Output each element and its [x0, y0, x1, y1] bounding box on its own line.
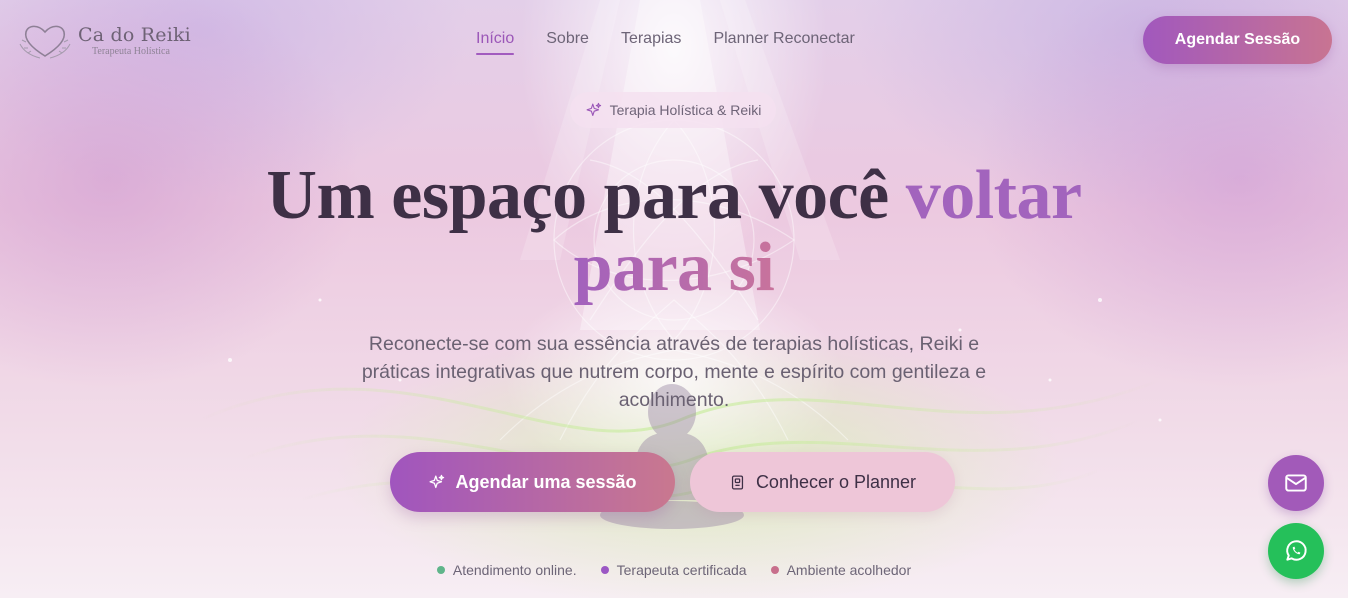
notebook-icon: [731, 474, 744, 490]
headline-part1: Um espaço para você: [266, 157, 906, 234]
status-dot: [770, 566, 779, 574]
mail-icon: [1285, 474, 1307, 492]
hero-subtitle: Reconecte-se com sua essência através de…: [361, 333, 987, 411]
sparkle-icon: [586, 102, 601, 116]
feature-label: Terapeuta certificada: [616, 562, 747, 578]
headline-accent1: voltar: [905, 157, 1082, 234]
view-planner-label: Conhecer o Planner: [755, 471, 917, 492]
sparkle-icon: [429, 474, 445, 488]
hero-badge-label: Terapia Holística & Reiki: [609, 102, 762, 118]
main-nav: Início Sobre Terapias Planner Reconectar: [476, 30, 855, 55]
whatsapp-icon: [1286, 540, 1307, 561]
status-dot: [436, 566, 445, 574]
logo-subtitle: Terapeuta Holística: [92, 46, 170, 57]
nav-item-sobre[interactable]: Sobre: [546, 30, 589, 54]
feature-label: Ambiente acolhedor: [786, 562, 912, 578]
feature-welcoming: Ambiente acolhedor: [770, 562, 912, 578]
nav-item-inicio[interactable]: Início: [476, 30, 515, 55]
schedule-session-button[interactable]: Agendar Sessão: [1143, 16, 1332, 64]
logo-name: Ca do Reiki: [78, 24, 191, 46]
hero-headline: Um espaço para você voltar para si: [0, 160, 1348, 304]
hero-features: Atendimento online. Terapeuta certificad…: [0, 562, 1348, 578]
nav-item-planner[interactable]: Planner Reconectar: [713, 30, 854, 54]
feature-online: Atendimento online.: [436, 562, 577, 578]
book-session-label: Agendar uma sessão: [455, 471, 637, 492]
feature-certified: Terapeuta certificada: [600, 562, 747, 578]
hero-badge: Terapia Holística & Reiki: [570, 92, 776, 128]
book-session-button[interactable]: Agendar uma sessão: [390, 452, 675, 512]
nav-item-terapias[interactable]: Terapias: [621, 30, 681, 54]
brand-logo[interactable]: Ca do Reiki Terapeuta Holística: [14, 18, 191, 62]
view-planner-button[interactable]: Conhecer o Planner: [690, 452, 955, 512]
headline-accent2: para si: [573, 229, 775, 306]
status-dot: [600, 566, 609, 574]
email-contact-button[interactable]: [1268, 455, 1324, 511]
whatsapp-contact-button[interactable]: [1268, 523, 1324, 579]
heart-lotus-logo-icon: [19, 25, 71, 59]
feature-label: Atendimento online.: [452, 562, 577, 578]
